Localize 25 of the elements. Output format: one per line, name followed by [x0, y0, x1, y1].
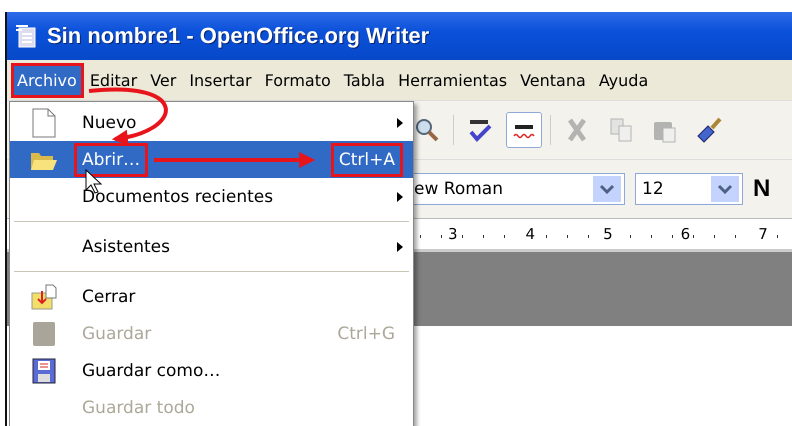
font-size-field[interactable]: 12	[635, 173, 743, 205]
submenu-arrow-icon	[397, 192, 403, 202]
menu-item[interactable]: Ventana	[514, 62, 593, 98]
window-title: Sin nombre1 - OpenOffice.org Writer	[47, 23, 430, 49]
menu-item[interactable]: Formato	[258, 62, 338, 98]
menu-item[interactable]: Asistentes	[10, 228, 413, 265]
magnifier-icon	[413, 116, 441, 144]
brush-icon	[695, 116, 723, 144]
menu-item[interactable]: Ver	[144, 62, 184, 98]
bold-button[interactable]: N	[753, 175, 770, 203]
menu-item[interactable]: Herramientas	[392, 62, 514, 98]
menu-item[interactable]: Ayuda	[592, 62, 656, 98]
menu-item[interactable]: Insertar	[183, 62, 259, 98]
folder-arrow-icon	[30, 282, 58, 310]
menu-item[interactable]: Cerrar	[10, 278, 413, 315]
submenu-arrow-icon	[397, 242, 403, 252]
menu-item[interactable]: Tabla	[338, 62, 392, 98]
menu-item[interactable]: Editar	[84, 62, 144, 98]
page-icon	[31, 108, 57, 138]
menu-item[interactable]: Archivo	[11, 62, 84, 98]
menu-item[interactable]: Abrir… Ctrl+A	[10, 141, 413, 178]
menu-item[interactable]: Guardar como…	[10, 352, 413, 389]
submenu-arrow-icon	[397, 118, 403, 128]
shortcut-label: Ctrl+G	[336, 322, 396, 346]
autospell-button[interactable]	[506, 112, 542, 148]
